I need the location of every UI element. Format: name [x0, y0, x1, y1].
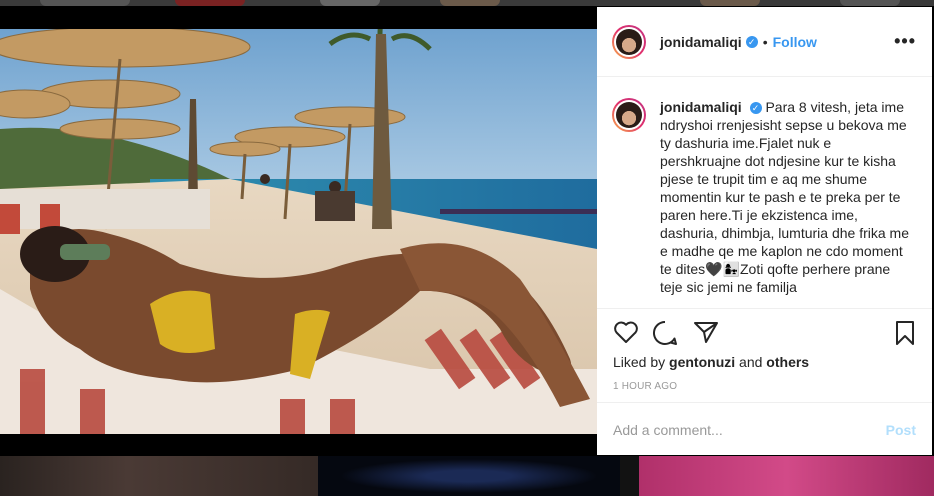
- liked-by-user[interactable]: gentonuzi: [669, 354, 735, 370]
- background-feed-top: [0, 0, 934, 6]
- author-username[interactable]: jonidamaliqi: [660, 34, 742, 50]
- comment-box: Add a comment... Post: [597, 402, 932, 456]
- bookmark-icon[interactable]: [894, 320, 916, 346]
- verified-badge-icon: ✓: [745, 35, 758, 48]
- background-thumbnail[interactable]: [639, 456, 934, 496]
- caption-body: Para 8 vitesh, jeta ime ndryshoi rrenjes…: [660, 99, 910, 295]
- post-comment-button[interactable]: Post: [886, 422, 916, 438]
- post-photo[interactable]: [0, 29, 597, 434]
- post-detail-panel: jonidamaliqi ✓ • Follow ••• jonidamaliqi…: [597, 7, 932, 455]
- more-options-icon[interactable]: •••: [894, 31, 916, 52]
- comment-input[interactable]: Add a comment...: [613, 422, 723, 438]
- caption-row: jonidamaliqi ✓ Para 8 vitesh, jeta ime n…: [612, 98, 916, 296]
- caption-username[interactable]: jonidamaliqi: [660, 99, 742, 115]
- verified-badge-icon: ✓: [749, 102, 762, 114]
- background-thumbnail[interactable]: [0, 456, 318, 496]
- follow-button[interactable]: Follow: [773, 34, 817, 50]
- likes-summary: Liked by gentonuzi and others: [613, 354, 809, 370]
- post-header: jonidamaliqi ✓ • Follow •••: [597, 7, 932, 77]
- post-timestamp[interactable]: 1 HOUR AGO: [613, 381, 677, 392]
- header-separator: •: [762, 33, 768, 50]
- author-avatar[interactable]: [612, 24, 646, 59]
- liked-by-and: and: [739, 354, 763, 370]
- comment-icon[interactable]: [652, 320, 678, 346]
- background-thumbnail[interactable]: [318, 456, 620, 496]
- post-actions: Liked by gentonuzi and others 1 HOUR AGO…: [597, 308, 932, 455]
- liked-by-others[interactable]: others: [766, 354, 809, 370]
- caption-area: jonidamaliqi ✓ Para 8 vitesh, jeta ime n…: [597, 78, 932, 307]
- liked-by-prefix: Liked by: [613, 354, 666, 370]
- caption-author-avatar[interactable]: [612, 98, 646, 132]
- share-icon[interactable]: [693, 320, 719, 344]
- action-icons: [613, 320, 916, 346]
- heart-icon[interactable]: [613, 320, 639, 344]
- caption-text: jonidamaliqi ✓ Para 8 vitesh, jeta ime n…: [660, 98, 916, 296]
